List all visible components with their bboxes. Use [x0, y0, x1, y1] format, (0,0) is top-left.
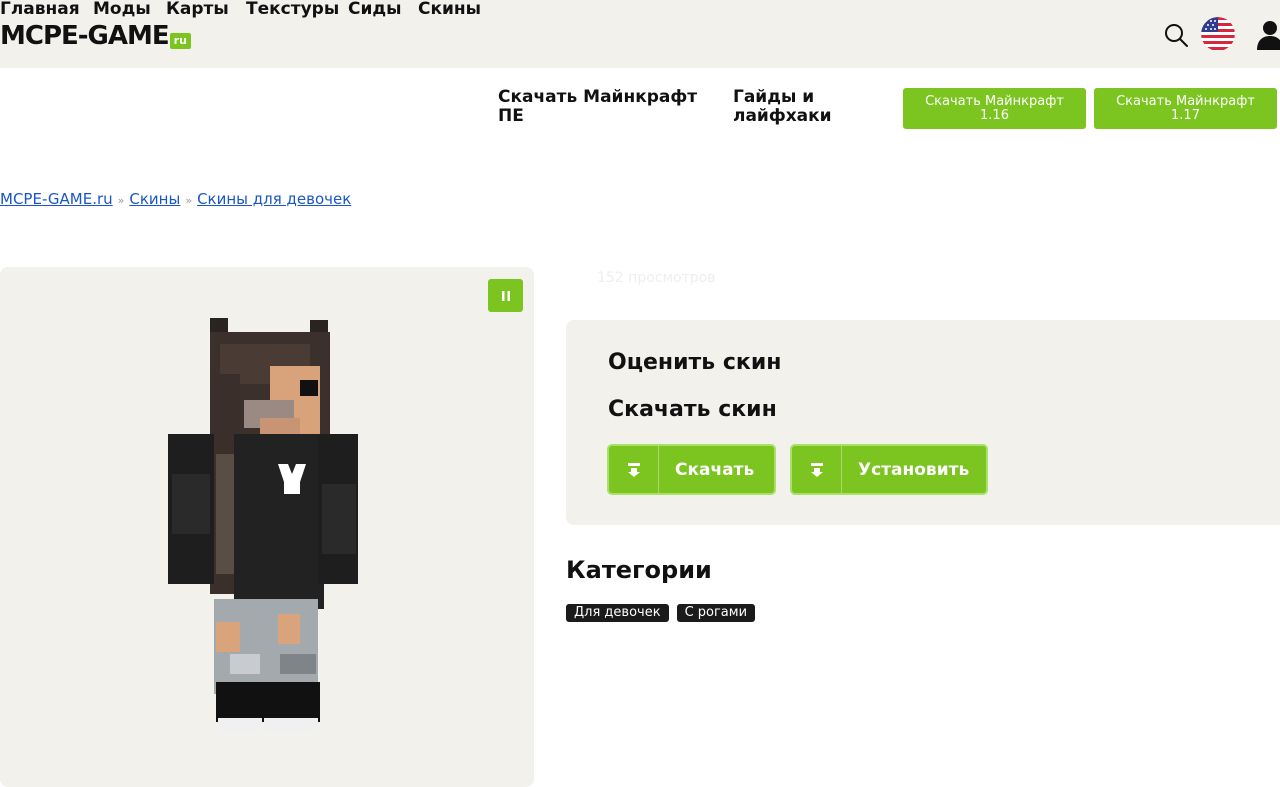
button-label: Скачать Майнкрафт	[1116, 94, 1255, 109]
breadcrumb-separator: »	[185, 194, 193, 207]
install-icon	[792, 446, 842, 493]
tag-with-horns[interactable]: С рогами	[676, 604, 756, 622]
breadcrumb-skins-link[interactable]: Скины	[129, 190, 180, 208]
nav-item-home[interactable]: Главная	[0, 0, 80, 19]
download-skin-title: Скачать скин	[608, 397, 777, 422]
nav-item-guides[interactable]: Гайды и лайфхаки	[733, 88, 853, 126]
us-flag-icon[interactable]	[1201, 17, 1235, 51]
skin-3d-preview[interactable]	[160, 314, 370, 739]
nav-item-download-mcpe[interactable]: Скачать Майнкрафт ПЕ	[498, 88, 708, 126]
breadcrumb-home-link[interactable]: MCPE-GAME.ru	[0, 190, 113, 208]
nav-item-textures[interactable]: Текстуры	[246, 0, 339, 19]
nav-item-maps[interactable]: Карты	[166, 0, 229, 19]
categories-title: Категории	[566, 556, 712, 584]
button-label: Скачать Майнкрафт	[925, 94, 1064, 109]
download-icon	[609, 446, 659, 493]
download-button[interactable]: Скачать	[607, 444, 776, 495]
download-button-label: Скачать	[675, 459, 755, 480]
view-count: 152 просмотров	[597, 270, 716, 286]
category-tags: Для девочек С рогами	[566, 604, 756, 622]
button-version: 1.17	[1171, 108, 1200, 123]
site-logo[interactable]: MCPE-GAME ru	[0, 19, 191, 51]
user-icon[interactable]	[1256, 20, 1280, 50]
download-mc-116-button[interactable]: Скачать Майнкрафт 1.16	[903, 88, 1086, 129]
breadcrumb-girls-skins-link[interactable]: Скины для девочек	[197, 190, 351, 208]
download-mc-117-button[interactable]: Скачать Майнкрафт 1.17	[1094, 88, 1277, 129]
pause-button[interactable]	[488, 279, 523, 312]
nav-item-mods[interactable]: Моды	[93, 0, 151, 19]
breadcrumb-separator: »	[117, 194, 125, 207]
nav-item-seeds[interactable]: Сиды	[348, 0, 402, 19]
search-icon[interactable]	[1163, 22, 1189, 48]
pause-icon	[501, 290, 510, 301]
logo-text: MCPE-GAME	[0, 21, 170, 51]
breadcrumb: MCPE-GAME.ru » Скины » Скины для девочек	[0, 190, 351, 210]
nav-item-skins[interactable]: Скины	[418, 0, 481, 19]
logo-tld: ru	[169, 33, 191, 49]
install-button[interactable]: Установить	[790, 444, 988, 495]
button-version: 1.16	[980, 108, 1009, 123]
install-button-label: Установить	[858, 459, 970, 480]
tag-for-girls[interactable]: Для девочек	[566, 604, 669, 622]
rate-skin-title: Оценить скин	[608, 350, 782, 375]
